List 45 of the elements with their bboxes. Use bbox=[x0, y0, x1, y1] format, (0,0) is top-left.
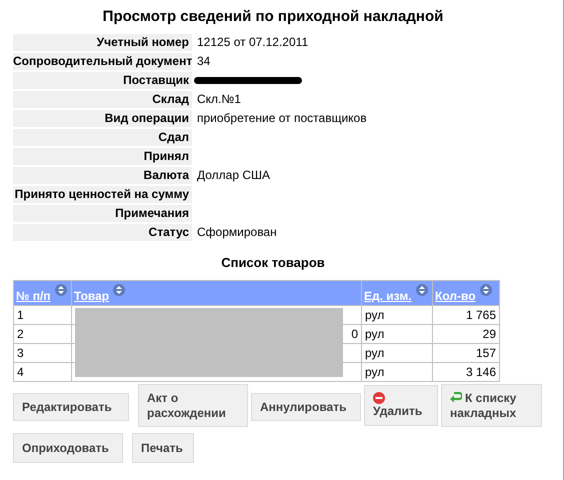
field-label: Примечания bbox=[13, 204, 192, 222]
field-label: Принято ценностей на сумму bbox=[13, 186, 192, 202]
table-cell: рул bbox=[365, 365, 384, 379]
sort-icon[interactable] bbox=[54, 284, 67, 296]
section-title: Список товаров bbox=[220, 254, 326, 272]
table-cell: 2 bbox=[17, 327, 24, 341]
field-label: Принял bbox=[13, 148, 192, 164]
back-button[interactable]: К списку накладных bbox=[441, 384, 542, 427]
action-button[interactable]: Акт о расхождении bbox=[138, 384, 248, 427]
table-cell: 157 bbox=[476, 346, 496, 360]
field-value: Сформирован bbox=[197, 224, 277, 241]
field-label: Вид операции bbox=[13, 110, 192, 126]
table-cell: 29 bbox=[482, 327, 496, 341]
field-label: Статус bbox=[13, 224, 192, 240]
field-value: 12125 от 07.12.2011 bbox=[197, 34, 308, 51]
table-cell: 4 bbox=[17, 365, 24, 379]
table-cell: 3 bbox=[17, 346, 24, 360]
field-label: Склад bbox=[13, 90, 192, 108]
table-cell: рул bbox=[365, 308, 384, 322]
sort-icon[interactable] bbox=[416, 284, 428, 296]
no-entry-icon bbox=[373, 392, 385, 404]
field-label: Учетный номер bbox=[13, 34, 192, 50]
delete-button[interactable]: Удалить bbox=[364, 385, 438, 426]
table-cell: 1 bbox=[17, 308, 24, 322]
page-title: Просмотр сведений по приходной накладной bbox=[102, 7, 444, 27]
field-label: Сдал bbox=[13, 128, 192, 146]
table-cell: рул bbox=[365, 327, 384, 341]
field-value: Доллар США bbox=[197, 167, 270, 184]
field-label: Валюта bbox=[13, 166, 192, 184]
action-button[interactable]: Оприходовать bbox=[13, 433, 123, 463]
action-button[interactable]: Редактировать bbox=[13, 393, 129, 421]
field-value: приобретение от поставщиков bbox=[197, 110, 367, 127]
sort-icon[interactable] bbox=[113, 284, 126, 296]
action-button[interactable]: Аннулировать bbox=[251, 393, 361, 421]
table-cell: рул bbox=[365, 346, 384, 360]
return-arrow-icon bbox=[450, 392, 462, 402]
field-label: Поставщик bbox=[13, 72, 192, 88]
field-value: 34 bbox=[197, 53, 210, 70]
table-cell: 0 bbox=[351, 327, 358, 341]
table-cell: 1 765 bbox=[466, 308, 496, 322]
field-label: Сопроводительный документ bbox=[13, 52, 192, 70]
action-button[interactable]: Печать bbox=[132, 433, 194, 463]
field-value: Скл.№1 bbox=[197, 91, 241, 108]
sort-icon[interactable] bbox=[480, 284, 492, 296]
table-cell: 3 146 bbox=[466, 365, 496, 379]
